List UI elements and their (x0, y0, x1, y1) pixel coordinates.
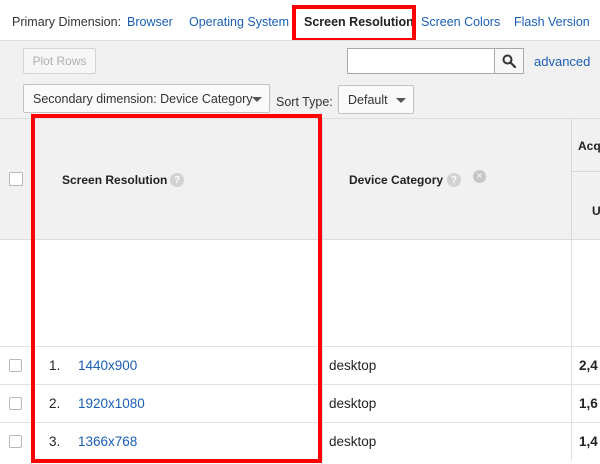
highlight-screen-resolution-tab (292, 5, 416, 42)
dimension-option-screen-colors[interactable]: Screen Colors (421, 15, 500, 29)
select-all-checkbox[interactable] (9, 172, 23, 186)
dimension-option-flash-version[interactable]: Flash Version (514, 15, 590, 29)
row-acquisition-value: 2,4 (579, 358, 598, 373)
search-input[interactable] (347, 48, 495, 74)
search-icon (502, 54, 516, 68)
highlight-screen-resolution-column (31, 114, 322, 463)
advanced-link[interactable]: advanced (534, 54, 590, 69)
row-device-category: desktop (329, 434, 377, 449)
help-icon[interactable]: ? (447, 173, 461, 187)
sort-type-label: Sort Type: (276, 95, 333, 109)
header-acquisition: Acq (578, 139, 600, 153)
dimension-option-browser[interactable]: Browser (127, 15, 173, 29)
table-toolbar: Plot Rows advanced Secondary dimension: … (0, 40, 600, 118)
sort-type-value: Default (348, 92, 388, 107)
chevron-down-icon (252, 97, 262, 102)
sort-type-select[interactable]: Default (338, 85, 414, 114)
secondary-dimension-select[interactable]: Secondary dimension: Device Category (23, 84, 270, 113)
chevron-down-icon (396, 98, 406, 103)
row-acquisition-value: 1,6 (579, 396, 598, 411)
search-button[interactable] (494, 48, 524, 74)
secondary-dimension-value: Secondary dimension: Device Category (33, 91, 253, 106)
primary-dimension-label: Primary Dimension: (12, 15, 122, 29)
row-checkbox[interactable] (9, 435, 22, 448)
row-device-category: desktop (329, 396, 377, 411)
remove-dimension-icon[interactable]: × (473, 170, 486, 183)
row-checkbox[interactable] (9, 397, 22, 410)
header-users[interactable]: U (592, 204, 600, 218)
dimension-option-operating-system[interactable]: Operating System (189, 15, 289, 29)
header-device-category[interactable]: Device Category (349, 173, 443, 187)
plot-rows-button[interactable]: Plot Rows (23, 48, 96, 74)
row-acquisition-value: 1,4 (579, 434, 598, 449)
row-checkbox[interactable] (9, 359, 22, 372)
row-device-category: desktop (329, 358, 377, 373)
